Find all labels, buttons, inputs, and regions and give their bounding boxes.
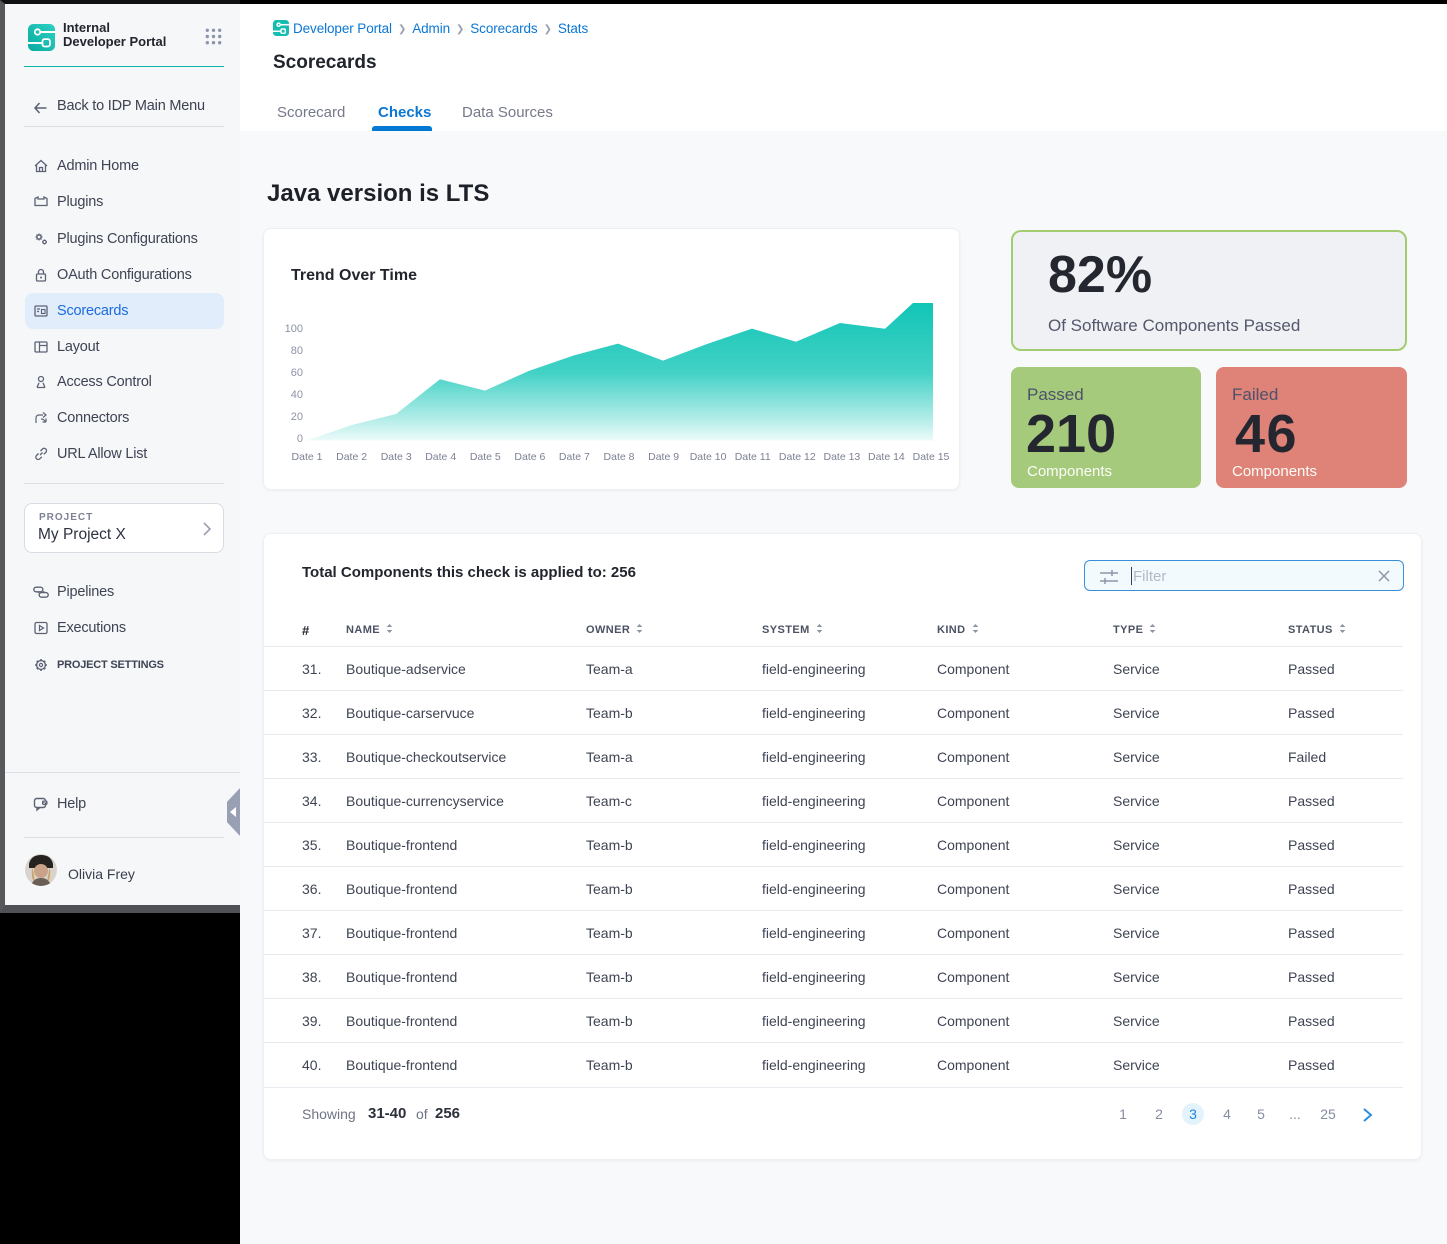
svg-text:80: 80: [291, 345, 303, 357]
svg-text:Date 11: Date 11: [735, 451, 771, 463]
svg-text:Date 12: Date 12: [779, 451, 816, 463]
svg-text:100: 100: [285, 323, 303, 335]
svg-text:Date 5: Date 5: [470, 451, 501, 463]
svg-text:0: 0: [297, 433, 303, 445]
svg-text:Date 2: Date 2: [336, 451, 367, 463]
svg-text:20: 20: [291, 411, 303, 423]
svg-text:Date 13: Date 13: [824, 451, 861, 463]
svg-text:60: 60: [291, 367, 303, 379]
svg-text:Date 9: Date 9: [648, 451, 679, 463]
svg-text:Date 8: Date 8: [604, 451, 635, 463]
svg-text:Date 6: Date 6: [514, 451, 545, 463]
svg-text:Date 15: Date 15: [913, 451, 950, 463]
svg-text:Date 10: Date 10: [690, 451, 727, 463]
svg-text:40: 40: [291, 389, 303, 401]
svg-text:Date 14: Date 14: [868, 451, 905, 463]
svg-text:Date 7: Date 7: [559, 451, 590, 463]
svg-text:Date 3: Date 3: [381, 451, 412, 463]
svg-text:Date 4: Date 4: [425, 451, 456, 463]
svg-text:Date 1: Date 1: [292, 451, 323, 463]
